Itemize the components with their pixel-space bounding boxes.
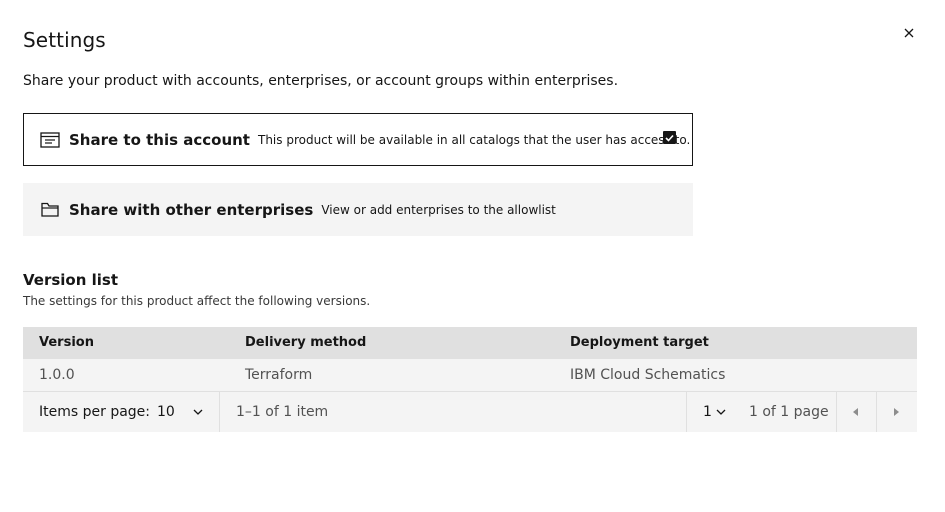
checkmark-icon bbox=[665, 134, 674, 142]
tile-description: View or add enterprises to the allowlist bbox=[321, 202, 556, 217]
next-page-button[interactable] bbox=[876, 392, 916, 432]
column-header-deployment-target: Deployment target bbox=[570, 335, 709, 350]
close-button[interactable] bbox=[897, 21, 921, 45]
table-header: Version Delivery method Deployment targe… bbox=[23, 327, 917, 359]
page-total-text: 1 of 1 page bbox=[749, 404, 829, 420]
cell-version: 1.0.0 bbox=[39, 367, 75, 383]
folder-icon bbox=[40, 200, 60, 220]
caret-right-icon bbox=[894, 408, 899, 416]
column-header-delivery-method: Delivery method bbox=[245, 335, 367, 350]
tile-title: Share to this account bbox=[69, 130, 250, 149]
caret-left-icon bbox=[853, 408, 858, 416]
items-per-page-label: Items per page: bbox=[39, 404, 151, 420]
cell-deployment-target: IBM Cloud Schematics bbox=[570, 367, 726, 383]
chevron-down-icon bbox=[193, 409, 203, 415]
close-icon bbox=[904, 28, 914, 38]
column-header-version: Version bbox=[39, 335, 94, 350]
share-with-enterprises-tile[interactable]: Share with other enterprises View or add… bbox=[23, 183, 693, 236]
pagination: Items per page: 10 1–1 of 1 item 1 1 of … bbox=[23, 392, 917, 432]
divider bbox=[219, 392, 220, 432]
divider bbox=[686, 392, 687, 432]
share-to-account-tile[interactable]: Share to this account This product will … bbox=[23, 113, 693, 166]
modal-title: Settings bbox=[23, 28, 106, 52]
page-value: 1 bbox=[703, 404, 712, 420]
tile-checkbox[interactable] bbox=[663, 131, 676, 144]
catalog-icon bbox=[40, 130, 60, 150]
items-per-page-select[interactable]: 10 bbox=[157, 392, 219, 432]
modal-description: Share your product with accounts, enterp… bbox=[23, 73, 619, 89]
page-select[interactable]: 1 bbox=[703, 392, 726, 432]
tile-title: Share with other enterprises bbox=[69, 200, 314, 219]
previous-page-button[interactable] bbox=[836, 392, 876, 432]
item-range-text: 1–1 of 1 item bbox=[236, 404, 329, 420]
table-row[interactable]: 1.0.0 Terraform IBM Cloud Schematics bbox=[23, 359, 917, 392]
chevron-down-icon bbox=[716, 409, 726, 415]
version-list-title: Version list bbox=[23, 271, 119, 289]
version-list-description: The settings for this product affect the… bbox=[23, 294, 371, 308]
tile-description: This product will be available in all ca… bbox=[257, 132, 691, 147]
cell-delivery-method: Terraform bbox=[245, 367, 313, 383]
version-table: Version Delivery method Deployment targe… bbox=[23, 327, 917, 392]
items-per-page-value: 10 bbox=[157, 404, 175, 420]
